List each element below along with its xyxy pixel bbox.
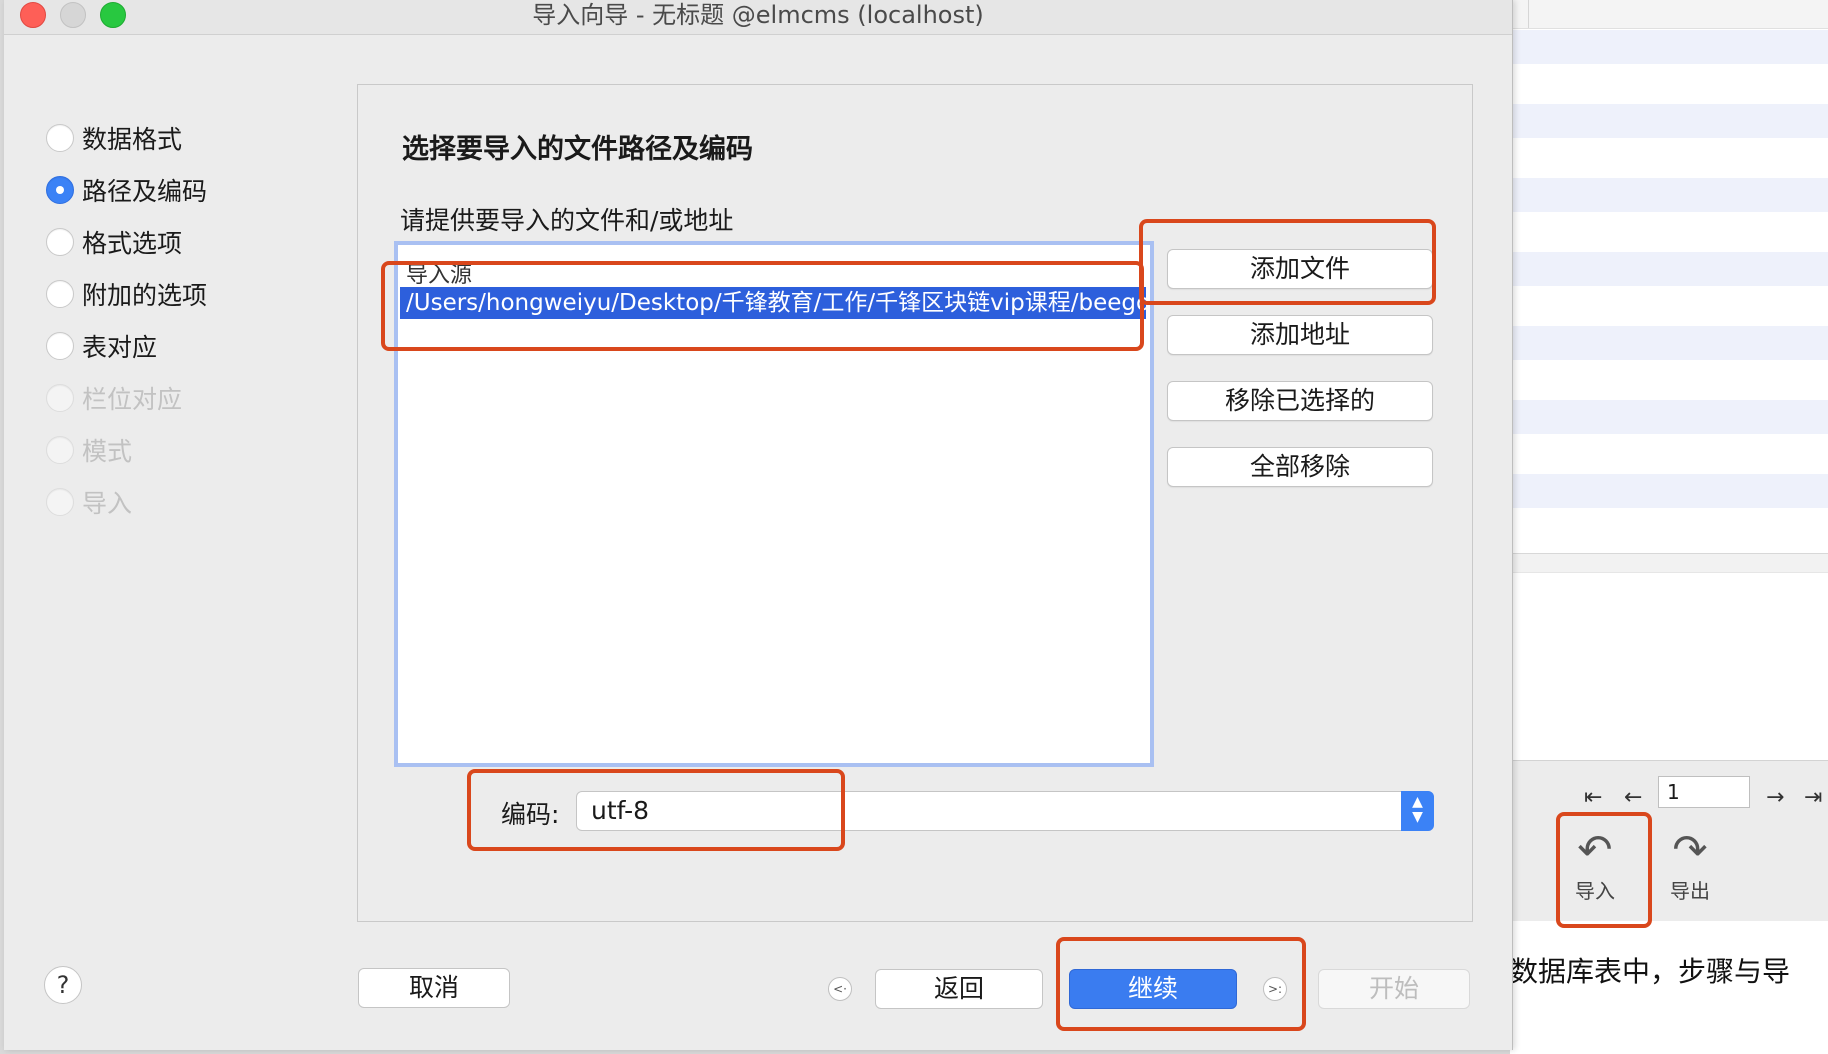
table-row-stripe xyxy=(1510,400,1828,434)
step-format-options[interactable]: 格式选项 xyxy=(46,225,182,259)
step-radio[interactable] xyxy=(46,280,74,308)
step-label: 表对应 xyxy=(82,333,158,362)
last-page-icon[interactable]: ⇥ xyxy=(1804,785,1822,811)
background-app-window: ⇤ ← 1 → ⇥ ↶ 导入 ↷ 导出 数据库表中，步骤与导 xyxy=(1510,0,1828,1054)
chevron-updown-icon[interactable]: ▲ ▼ xyxy=(1401,791,1434,831)
step-path-encoding[interactable]: 路径及编码 xyxy=(46,173,207,207)
add-file-button[interactable]: 添加文件 xyxy=(1167,249,1433,289)
content-panel: 选择要导入的文件路径及编码 请提供要导入的文件和/或地址 导入源 /Users/… xyxy=(357,84,1473,922)
list-item-selected-source[interactable]: /Users/hongweiyu/Desktop/千锋教育/工作/千锋区块链vi… xyxy=(400,287,1146,319)
step-label: 数据格式 xyxy=(82,125,183,154)
next-page-icon[interactable]: → xyxy=(1766,785,1784,811)
import-tool-label: 导入 xyxy=(1575,879,1615,903)
table-row-stripe xyxy=(1510,104,1828,138)
background-doc-text: 数据库表中，步骤与导 xyxy=(1510,955,1791,988)
cancel-button[interactable]: 取消 xyxy=(358,968,510,1008)
import-arrow-icon: ↶ xyxy=(1577,825,1613,874)
import-wizard-dialog: 导入向导 - 无标题 @elmcms (localhost) 数据格式 路径及编… xyxy=(4,0,1513,1050)
encoding-label: 编码: xyxy=(501,800,560,829)
export-tool-label: 导出 xyxy=(1670,879,1710,903)
prev-page-icon[interactable]: ← xyxy=(1624,785,1642,811)
back-shortcut-icon: <· xyxy=(828,977,852,1001)
step-field-mapping: 栏位对应 xyxy=(46,381,182,415)
table-row-stripe xyxy=(1510,30,1828,64)
table-row-stripe xyxy=(1510,252,1828,286)
back-button[interactable]: 返回 xyxy=(875,969,1043,1009)
start-button: 开始 xyxy=(1318,969,1470,1009)
toolbar-divider xyxy=(1528,0,1529,28)
step-mode: 模式 xyxy=(46,433,132,467)
first-page-icon[interactable]: ⇤ xyxy=(1584,785,1602,811)
import-tool-button[interactable]: ↶ 导入 xyxy=(1555,825,1635,904)
panel-heading: 选择要导入的文件路径及编码 xyxy=(402,134,753,165)
step-radio[interactable] xyxy=(46,228,74,256)
step-import: 导入 xyxy=(46,485,132,519)
step-data-format[interactable]: 数据格式 xyxy=(46,121,182,155)
step-label: 导入 xyxy=(82,489,133,518)
step-radio xyxy=(46,384,74,412)
step-radio[interactable] xyxy=(46,124,74,152)
step-radio[interactable] xyxy=(46,332,74,360)
help-button[interactable]: ? xyxy=(44,966,82,1004)
page-number-input[interactable]: 1 xyxy=(1658,776,1750,808)
import-source-list[interactable]: 导入源 /Users/hongweiyu/Desktop/千锋教育/工作/千锋区… xyxy=(394,241,1154,767)
table-row-stripe xyxy=(1510,178,1828,212)
window-title: 导入向导 - 无标题 @elmcms (localhost) xyxy=(532,1,984,29)
step-label: 栏位对应 xyxy=(82,385,183,414)
step-radio[interactable] xyxy=(46,176,74,204)
step-label: 模式 xyxy=(82,437,133,466)
add-address-button[interactable]: 添加地址 xyxy=(1167,315,1433,355)
export-arrow-icon: ↷ xyxy=(1672,825,1708,874)
list-column-header: 导入源 xyxy=(406,263,473,288)
panel-prompt: 请提供要导入的文件和/或地址 xyxy=(400,206,734,235)
table-scrollbar-track[interactable] xyxy=(1510,553,1828,573)
remove-selected-button[interactable]: 移除已选择的 xyxy=(1167,381,1433,421)
title-bar: 导入向导 - 无标题 @elmcms (localhost) xyxy=(4,0,1512,35)
continue-button[interactable]: 继续 xyxy=(1069,969,1237,1009)
step-radio xyxy=(46,488,74,516)
remove-all-button[interactable]: 全部移除 xyxy=(1167,447,1433,487)
background-app-toolbar xyxy=(1510,0,1828,29)
encoding-select[interactable]: utf-8 ▲ ▼ xyxy=(576,791,1434,831)
step-label: 路径及编码 xyxy=(82,177,208,206)
step-additional-options[interactable]: 附加的选项 xyxy=(46,277,207,311)
encoding-value: utf-8 xyxy=(591,796,650,825)
step-label: 格式选项 xyxy=(82,229,183,258)
table-row-stripe xyxy=(1510,326,1828,360)
step-table-mapping[interactable]: 表对应 xyxy=(46,329,157,363)
table-row-stripe xyxy=(1510,474,1828,508)
step-label: 附加的选项 xyxy=(82,281,208,310)
step-radio xyxy=(46,436,74,464)
export-tool-button[interactable]: ↷ 导出 xyxy=(1650,825,1730,904)
forward-shortcut-icon: >: xyxy=(1263,977,1287,1001)
